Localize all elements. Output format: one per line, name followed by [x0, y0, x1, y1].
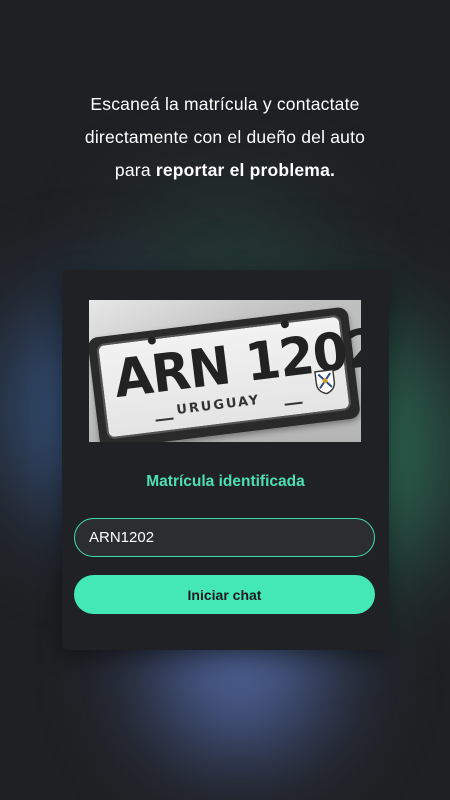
- headline-line-3: para reportar el problema.: [30, 154, 420, 187]
- license-plate: ARN 1202 URUGUAY: [95, 314, 361, 440]
- headline-line-1: Escaneá la matrícula y contactate: [90, 94, 360, 114]
- headline-line-3-bold: reportar el problema.: [155, 160, 336, 180]
- country-emblem-icon: [314, 368, 336, 395]
- headline-line-3-prefix: para: [114, 160, 156, 180]
- plate-number-input[interactable]: [74, 518, 375, 557]
- plate-underline-left: [155, 417, 174, 422]
- plate-identified-status: Matrícula identificada: [146, 473, 305, 490]
- start-chat-button[interactable]: Iniciar chat: [74, 575, 375, 614]
- headline: Escaneá la matrícula y contactate direct…: [30, 88, 420, 187]
- plate-underline-right: [284, 401, 303, 406]
- scan-result-card: ARN 1202 URUGUAY Matrícula identificada …: [62, 270, 389, 650]
- headline-line-2: directamente con el dueño del auto: [84, 127, 366, 147]
- license-plate-photo: ARN 1202 URUGUAY: [89, 300, 361, 442]
- screen: Escaneá la matrícula y contactate direct…: [0, 0, 450, 800]
